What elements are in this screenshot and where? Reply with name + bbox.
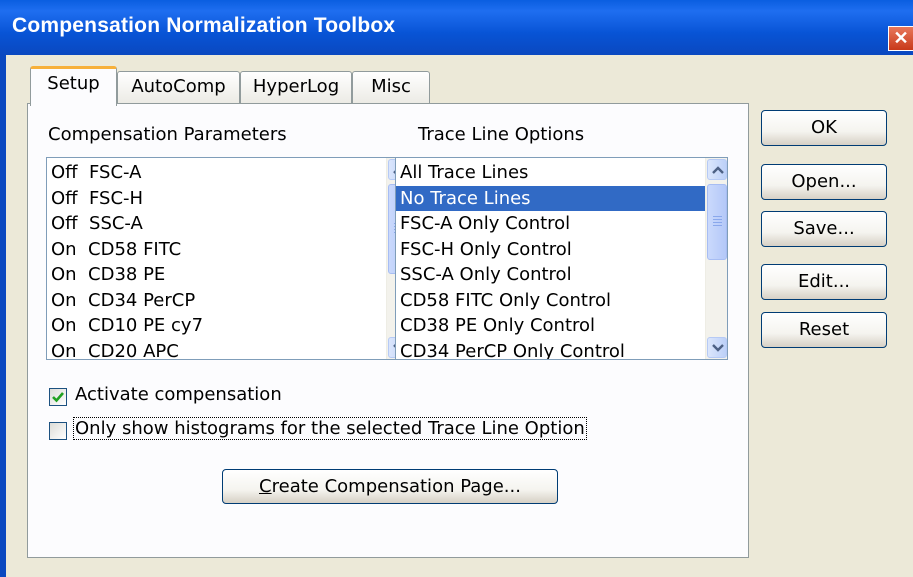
button-label-mnemonic: C: [259, 476, 272, 497]
button-label: reate Compensation Page...: [271, 476, 521, 497]
compensation-parameters-label: Compensation Parameters: [48, 124, 287, 145]
grip-line: [713, 216, 722, 217]
list-item[interactable]: On CD38 PE: [47, 262, 408, 288]
close-button[interactable]: ✕: [888, 26, 913, 51]
list-item[interactable]: Off FSC-A: [47, 160, 408, 186]
list-item[interactable]: FSC-A Only Control: [396, 211, 727, 237]
list-item[interactable]: CD58 FITC Only Control: [396, 288, 727, 314]
title-bar[interactable]: Compensation Normalization Toolbox: [0, 0, 913, 55]
list-item[interactable]: On CD20 APC: [47, 339, 408, 360]
button-label: Edit...: [797, 271, 851, 292]
save-button[interactable]: Save...: [761, 211, 887, 247]
vertical-scrollbar[interactable]: [705, 158, 727, 359]
tab-label: Misc: [371, 76, 411, 97]
tab-misc[interactable]: Misc: [352, 71, 430, 103]
list-item[interactable]: On CD58 FITC: [47, 237, 408, 263]
ok-button[interactable]: OK: [761, 110, 887, 146]
list-item[interactable]: On CD34 PerCP: [47, 288, 408, 314]
tab-label: AutoComp: [131, 76, 226, 97]
chevron-down-icon: [712, 344, 724, 352]
only-show-histograms-label[interactable]: Only show histograms for the selected Tr…: [73, 417, 587, 440]
button-label: Open...: [791, 171, 857, 192]
tab-setup[interactable]: Setup: [30, 66, 117, 106]
grip-line: [713, 219, 722, 220]
grip-line: [713, 222, 722, 223]
edit-button[interactable]: Edit...: [761, 264, 887, 300]
activate-compensation-label[interactable]: Activate compensation: [75, 384, 282, 405]
tab-label: HyperLog: [252, 76, 340, 97]
scroll-up-button[interactable]: [707, 159, 727, 180]
scroll-thumb[interactable]: [707, 184, 727, 260]
setup-panel: Compensation Parameters Trace Line Optio…: [27, 103, 749, 558]
list-item[interactable]: CD38 PE Only Control: [396, 313, 727, 339]
list-item[interactable]: FSC-H Only Control: [396, 237, 727, 263]
window-border: [0, 55, 6, 577]
window-title: Compensation Normalization Toolbox: [12, 14, 396, 37]
only-show-histograms-checkbox[interactable]: [49, 422, 67, 440]
trace-line-options-list[interactable]: All Trace Lines No Trace Lines FSC-A Onl…: [395, 157, 728, 360]
button-label: OK: [811, 117, 837, 138]
list-item[interactable]: SSC-A Only Control: [396, 262, 727, 288]
chevron-up-icon: [712, 166, 724, 174]
list-item[interactable]: On CD10 PE cy7: [47, 313, 408, 339]
scroll-down-button[interactable]: [707, 337, 727, 358]
tab-hyperlog[interactable]: HyperLog: [240, 71, 352, 103]
close-icon: ✕: [893, 28, 909, 48]
reset-button[interactable]: Reset: [761, 312, 887, 348]
checkmark-icon: [52, 392, 64, 403]
create-compensation-page-button[interactable]: Create Compensation Page...: [222, 469, 558, 504]
button-label: Reset: [798, 319, 850, 340]
activate-compensation-checkbox[interactable]: [49, 388, 67, 406]
compensation-parameters-list[interactable]: Off FSC-A Off FSC-H Off SSC-A On CD58 FI…: [46, 157, 409, 360]
list-item-selected[interactable]: No Trace Lines: [396, 185, 727, 211]
button-label: Save...: [793, 218, 855, 239]
grip-line: [713, 225, 722, 226]
list-item[interactable]: Off SSC-A: [47, 211, 408, 237]
list-item[interactable]: CD34 PerCP Only Control: [396, 339, 727, 360]
trace-line-options-label: Trace Line Options: [418, 124, 585, 145]
tab-label: Setup: [47, 73, 100, 94]
open-button[interactable]: Open...: [761, 164, 887, 200]
list-item[interactable]: Off FSC-H: [47, 186, 408, 212]
list-item[interactable]: All Trace Lines: [396, 160, 727, 186]
tab-autocomp[interactable]: AutoComp: [117, 71, 240, 103]
